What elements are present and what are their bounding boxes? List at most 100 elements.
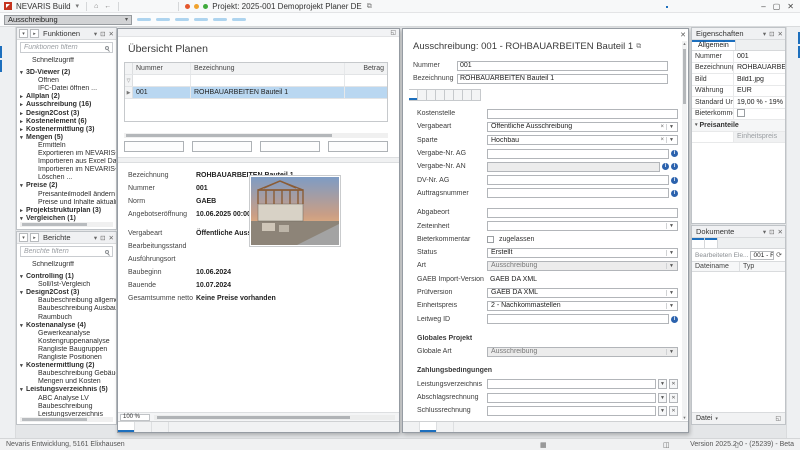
- form-input[interactable]: Hochbau × ▼: [487, 135, 678, 145]
- chevron-down-icon[interactable]: ▼: [666, 303, 674, 309]
- maximize-icon[interactable]: ▢: [773, 2, 781, 11]
- ribbon-tab[interactable]: [741, 5, 743, 8]
- scroll-down-icon[interactable]: ▼: [682, 415, 687, 420]
- form-input[interactable]: × ▼: [487, 175, 669, 185]
- sidebar-tool-icon[interactable]: [0, 350, 15, 364]
- form-input[interactable]: Ausschreibung × ▼: [487, 347, 678, 357]
- chevron-down-icon[interactable]: ▼: [666, 137, 674, 143]
- view-tab[interactable]: [403, 422, 420, 432]
- form-input[interactable]: × ▼: [487, 188, 669, 198]
- chevron-down-icon[interactable]: ▼: [666, 290, 674, 296]
- form-input[interactable]: × ▼: [487, 314, 669, 324]
- sidebar-tool-icon[interactable]: [0, 336, 15, 350]
- form-input[interactable]: 2 - Nachkommastellen × ▼: [487, 301, 678, 311]
- info-badge-icon[interactable]: i: [671, 190, 678, 197]
- property-row[interactable]: Bezeichnung ROHBAUARBEITEN Baut: [692, 63, 785, 75]
- form-tab[interactable]: [445, 89, 454, 101]
- action-button[interactable]: [137, 18, 151, 21]
- form-input[interactable]: Erstellt × ▼: [487, 248, 678, 258]
- clear-icon[interactable]: ×: [661, 137, 665, 143]
- form-tab[interactable]: [472, 89, 481, 101]
- collapse-open-icon[interactable]: ▾: [19, 29, 28, 38]
- view-tab[interactable]: [152, 422, 169, 432]
- expand-icon[interactable]: ◱: [775, 415, 781, 422]
- action-button[interactable]: [175, 18, 189, 21]
- tree-item[interactable]: ▸Ausschreibung (16): [20, 101, 116, 109]
- tree-item[interactable]: ▾Preise (2): [20, 182, 116, 190]
- property-row[interactable]: Einheitspreis: [692, 132, 785, 144]
- scroll-up-icon[interactable]: ▲: [682, 41, 687, 46]
- vertical-scrollbar[interactable]: ▲ ▼: [682, 41, 687, 420]
- property-row[interactable]: Währung EUR: [692, 86, 785, 98]
- sidebar-tool-icon[interactable]: [787, 31, 800, 45]
- info-badge-icon[interactable]: i: [662, 163, 669, 170]
- sync-status-icon[interactable]: ◫: [663, 441, 670, 449]
- sidebar-tool-icon[interactable]: [787, 45, 800, 59]
- dropdown-button[interactable]: ▼: [658, 379, 667, 389]
- form-tab[interactable]: [463, 89, 472, 101]
- tree-item[interactable]: Preise und Inhalte aktualisieren ...: [20, 199, 116, 207]
- back-icon[interactable]: ←: [103, 2, 112, 11]
- refresh-icon[interactable]: ⟳: [776, 251, 782, 259]
- tree-item[interactable]: ▾Controlling (1): [20, 273, 116, 281]
- sidebar-tool-icon[interactable]: [0, 59, 15, 73]
- tree-item[interactable]: Schnellzugriff: [20, 57, 116, 65]
- column-header[interactable]: Typ: [740, 262, 785, 271]
- tree-item[interactable]: ▾Vergleichen (1): [20, 215, 116, 222]
- pin-icon[interactable]: ⊡: [100, 234, 105, 242]
- table-row[interactable]: ▶ 001 ROHBAUARBEITEN Bauteil 1: [125, 87, 387, 99]
- sidebar-tool-icon[interactable]: [787, 59, 800, 73]
- form-input[interactable]: × ▼: [487, 379, 656, 389]
- tree-item[interactable]: Rangliste Positionen: [20, 354, 116, 362]
- ribbon-tab[interactable]: [681, 5, 683, 8]
- form-tab[interactable]: [418, 89, 427, 101]
- action-button[interactable]: [194, 18, 208, 21]
- horizontal-scrollbar[interactable]: [20, 222, 113, 227]
- property-row[interactable]: Standard Um... 19,00 % - 19%: [692, 97, 785, 109]
- horizontal-scrollbar[interactable]: [124, 133, 388, 138]
- element-field[interactable]: 001 - ROHBA...: [750, 251, 774, 260]
- external-icon[interactable]: ⧉: [636, 43, 641, 51]
- form-tab[interactable]: [436, 89, 445, 101]
- close-icon[interactable]: ✕: [680, 31, 686, 39]
- ribbon-tab[interactable]: [711, 5, 713, 8]
- chevron-down-icon[interactable]: ▼: [666, 263, 674, 269]
- collapse-closed-icon[interactable]: ▸: [30, 29, 39, 38]
- checkbox[interactable]: [487, 236, 494, 243]
- tree-item[interactable]: Öffnen: [20, 77, 116, 85]
- scrollbar-thumb[interactable]: [683, 49, 686, 104]
- sidebar-tool-icon[interactable]: [0, 45, 15, 59]
- clear-button[interactable]: ✕: [669, 393, 678, 403]
- form-tab[interactable]: [409, 89, 418, 101]
- form-input[interactable]: GAEB DA XML × ▼: [487, 288, 678, 298]
- tree-item[interactable]: ▸Design2Cost (3): [20, 110, 116, 118]
- tree-item[interactable]: Importieren im NEVARIS-Format ...: [20, 166, 116, 174]
- filter-cell[interactable]: [345, 75, 387, 86]
- project-external-icon[interactable]: ⧉: [366, 2, 373, 11]
- collapse-open-icon[interactable]: ▾: [19, 233, 28, 242]
- chevron-down-icon[interactable]: ▼: [666, 124, 674, 130]
- app-caret-icon[interactable]: ▾: [75, 2, 81, 11]
- close-icon[interactable]: ✕: [787, 2, 794, 11]
- table-filter-row[interactable]: ▽: [125, 75, 387, 87]
- info-badge-icon[interactable]: i: [671, 163, 678, 170]
- tree-item[interactable]: Baubeschreibung Ausbau raumweise: [20, 305, 116, 313]
- dokumente-tab[interactable]: [692, 238, 705, 248]
- tree-item[interactable]: ▾Kostenermittlung (2): [20, 362, 116, 370]
- sidebar-tool-icon[interactable]: [0, 31, 15, 45]
- pin-icon[interactable]: ⊡: [769, 30, 774, 38]
- form-tab[interactable]: [427, 89, 436, 101]
- sidebar-tool-icon[interactable]: [0, 73, 15, 87]
- tree-item[interactable]: Baubeschreibung allgemein: [20, 297, 116, 305]
- form-input[interactable]: Ausschreibung × ▼: [487, 261, 678, 271]
- tree-item[interactable]: ▸Kostenermittlung (3): [20, 126, 116, 134]
- clear-button[interactable]: ✕: [669, 379, 678, 389]
- close-icon[interactable]: ✕: [778, 228, 783, 236]
- dokumente-list[interactable]: [692, 272, 785, 412]
- nummer-field[interactable]: 001: [457, 61, 668, 71]
- chevron-down-icon[interactable]: ▼: [666, 250, 674, 256]
- dropdown-button[interactable]: ▼: [658, 406, 667, 416]
- action-button[interactable]: [213, 18, 227, 21]
- info-badge-icon[interactable]: i: [671, 177, 678, 184]
- ribbon-tab[interactable]: [696, 5, 698, 8]
